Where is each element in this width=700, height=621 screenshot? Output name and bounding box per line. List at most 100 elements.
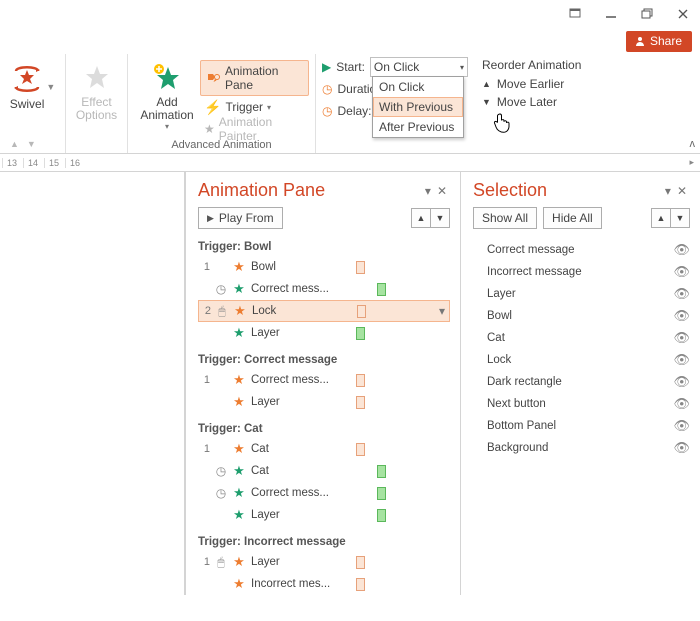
selection-item[interactable]: Lock 👁 <box>473 349 690 371</box>
anim-row[interactable]: ★ Incorrect mes... <box>198 573 450 595</box>
anim-row[interactable]: 1 ★ Correct mess... <box>198 369 450 391</box>
selection-item[interactable]: Cat👁 <box>473 327 690 349</box>
selection-item-label: Lock <box>487 354 665 366</box>
move-up-button[interactable]: ▲ <box>411 208 431 228</box>
chevron-down-icon: ▾ <box>165 122 169 131</box>
chevron-down-icon: ▾ <box>267 103 271 112</box>
panel-menu-icon[interactable]: ▾ <box>422 184 434 198</box>
selection-item[interactable]: Layer 👁 <box>473 283 690 305</box>
anim-row[interactable]: ★ Layer <box>198 504 450 526</box>
selection-item[interactable]: Bottom Panel 👁 <box>473 415 690 437</box>
selection-item-label: Bottom Panel <box>487 420 665 432</box>
start-label: Start: <box>336 60 365 74</box>
ruler-tab-icon[interactable]: ▸ <box>689 157 700 168</box>
minimize-icon[interactable] <box>604 7 618 21</box>
add-animation-button[interactable]: Add Animation ▾ <box>134 58 200 131</box>
timing-bar <box>377 487 386 500</box>
move-up-button[interactable]: ▲ <box>651 208 671 228</box>
selection-item-label: Incorrect message <box>487 266 665 278</box>
collapse-ribbon-icon[interactable]: ʌ <box>690 138 696 150</box>
animation-pane-panel: Animation Pane ▾ ✕ ▶ Play From ▲ ▼ Trigg… <box>185 172 460 595</box>
selection-item-label: Bowl <box>487 310 665 322</box>
anim-row[interactable]: 1 ★ Bowl <box>198 256 450 278</box>
selection-item[interactable]: Correct message👁 <box>473 239 690 261</box>
selection-item[interactable]: Background👁 <box>473 437 690 459</box>
anim-row-selected[interactable]: 2🖱 ★ Lock ▾ <box>198 300 450 322</box>
selection-item[interactable]: Incorrect message 👁 <box>473 261 690 283</box>
triangle-down-icon: ▼ <box>482 97 491 107</box>
timing-bar <box>356 578 365 591</box>
selection-panel: Selection ▾ ✕ Show All Hide All ▲ ▼ Corr… <box>460 172 700 595</box>
anim-row[interactable]: ★ Layer <box>198 391 450 413</box>
anim-row[interactable]: ★ Layer <box>198 322 450 344</box>
start-dropdown[interactable]: On Click ▾ <box>370 57 468 77</box>
timing-bar <box>377 509 386 522</box>
timing-bar <box>356 443 365 456</box>
hide-all-button[interactable]: Hide All <box>543 207 602 229</box>
selection-item[interactable]: Next button👁 <box>473 393 690 415</box>
eye-icon[interactable]: 👁 <box>673 440 690 456</box>
dd-after-previous[interactable]: After Previous <box>373 117 463 137</box>
anim-row[interactable]: 1🖱 ★ Layer <box>198 551 450 573</box>
triangle-up-icon: ▲ <box>482 79 491 89</box>
star-icon: ★ <box>232 507 246 523</box>
anim-row[interactable]: 1 ★ Cat <box>198 438 450 460</box>
move-down-button[interactable]: ▼ <box>670 208 690 228</box>
move-later-button[interactable]: ▼Move Later <box>482 93 581 111</box>
selection-item[interactable]: Dark rectangle👁 <box>473 371 690 393</box>
close-window-icon[interactable] <box>676 7 690 21</box>
restore-icon[interactable] <box>640 7 654 21</box>
close-icon[interactable]: ✕ <box>434 184 450 198</box>
add-animation-icon <box>151 62 183 94</box>
chevron-down-icon: ▼ <box>46 82 55 92</box>
eye-icon[interactable]: 👁 <box>673 352 690 368</box>
animation-pane-button[interactable]: Animation Pane <box>200 60 309 96</box>
swivel-effect-button[interactable]: Swivel ▼ <box>6 58 60 111</box>
eye-icon[interactable]: 👁 <box>673 264 690 280</box>
eye-icon[interactable]: 👁 <box>673 242 690 258</box>
mouse-icon: 🖱 <box>215 555 227 570</box>
anim-row[interactable]: ◷ ★ Correct mess... <box>198 278 450 300</box>
play-from-button[interactable]: ▶ Play From <box>198 207 283 229</box>
selection-item[interactable]: Bowl 👁 <box>473 305 690 327</box>
animation-pane-title: Animation Pane <box>198 180 422 201</box>
eye-icon[interactable]: 👁 <box>673 396 690 412</box>
star-icon: ★ <box>232 372 246 388</box>
timing-bar <box>357 305 366 318</box>
eye-icon[interactable]: 👁 <box>673 330 690 346</box>
gallery-more-icon[interactable]: ▼ <box>27 139 36 149</box>
eye-icon[interactable]: 👁 <box>673 308 690 324</box>
timing-bar <box>356 556 365 569</box>
selection-item-label: Layer <box>487 288 665 300</box>
animation-pane-icon <box>207 71 221 85</box>
eye-icon[interactable]: 👁 <box>673 418 690 434</box>
swivel-label: Swivel <box>10 98 45 111</box>
eye-icon[interactable]: 👁 <box>673 286 690 302</box>
move-earlier-button[interactable]: ▲Move Earlier <box>482 75 581 93</box>
timing-bar <box>377 283 386 296</box>
gallery-up-icon[interactable]: ▲ <box>10 139 19 149</box>
close-icon[interactable]: ✕ <box>674 184 690 198</box>
chevron-down-icon[interactable]: ▾ <box>439 304 449 318</box>
anim-row[interactable]: ◷ ★ Correct mess... <box>198 482 450 504</box>
dd-on-click[interactable]: On Click <box>373 77 463 97</box>
star-icon: ★ <box>232 281 246 297</box>
triangle-down-icon: ▼ <box>676 213 685 223</box>
ribbon-options-icon[interactable] <box>568 7 582 21</box>
panel-menu-icon[interactable]: ▾ <box>662 184 674 198</box>
delay-label: Delay: <box>337 104 371 118</box>
clock-icon: ◷ <box>215 282 227 296</box>
group-label-advanced: Advanced Animation <box>128 139 315 153</box>
show-all-button[interactable]: Show All <box>473 207 537 229</box>
share-button[interactable]: Share <box>626 31 692 52</box>
timing-bar <box>356 396 365 409</box>
anim-row[interactable]: ◷ ★ Cat <box>198 460 450 482</box>
dd-with-previous[interactable]: With Previous <box>373 97 463 117</box>
triangle-down-icon: ▼ <box>436 213 445 223</box>
trigger-cat: Trigger: Cat <box>198 423 450 435</box>
timing-bar <box>377 465 386 478</box>
timing-bar <box>356 374 365 387</box>
eye-icon[interactable]: 👁 <box>673 374 690 390</box>
star-icon: ★ <box>232 441 246 457</box>
move-down-button[interactable]: ▼ <box>430 208 450 228</box>
